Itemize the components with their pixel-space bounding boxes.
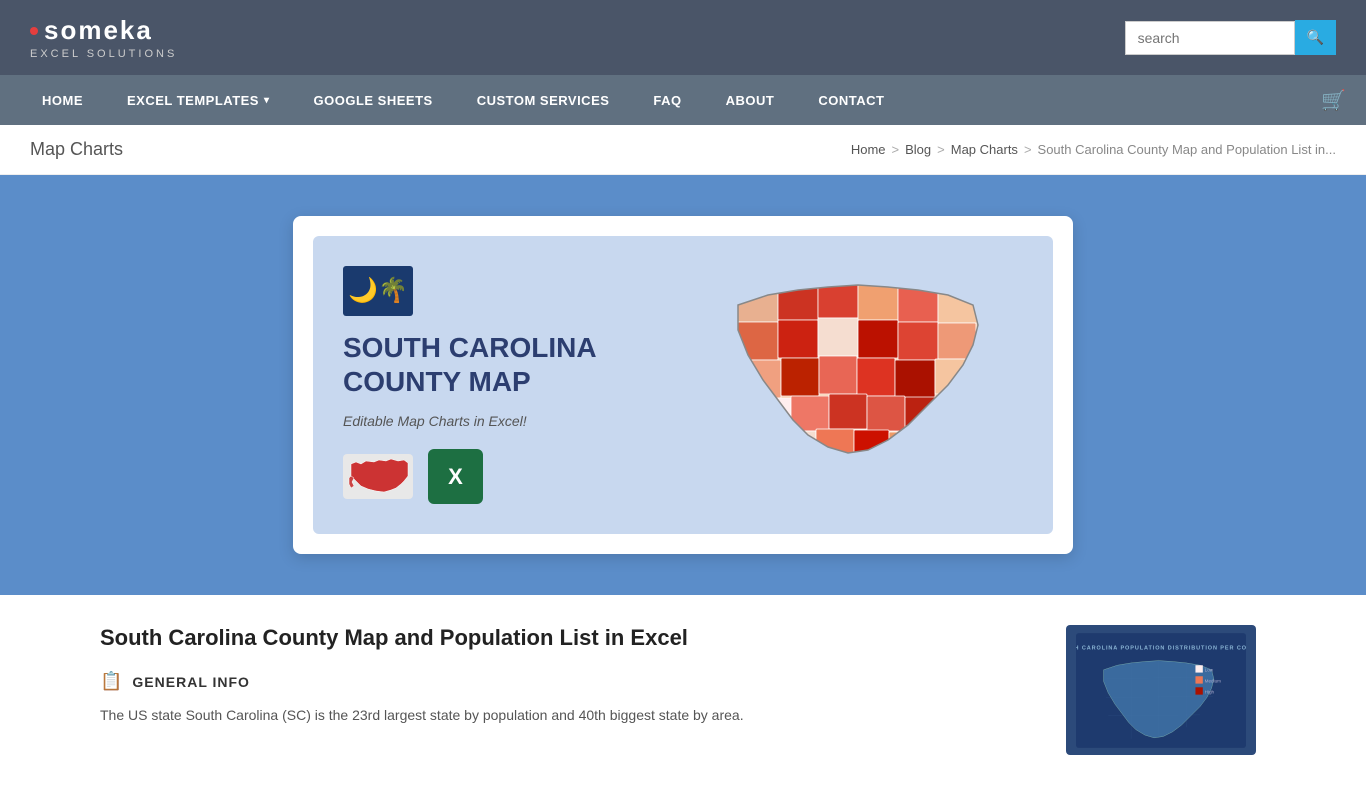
- logo[interactable]: someka Excel Solutions: [30, 15, 177, 60]
- nav-about[interactable]: ABOUT: [704, 75, 797, 125]
- hero-right: [693, 275, 1023, 495]
- search-button[interactable]: 🔍: [1295, 20, 1336, 55]
- svg-text:Medium: Medium: [1205, 678, 1221, 683]
- breadcrumb-home[interactable]: Home: [851, 142, 886, 157]
- sc-flag: 🌙🌴: [343, 266, 413, 316]
- breadcrumb: Home > Blog > Map Charts > South Carolin…: [851, 142, 1336, 157]
- search-input[interactable]: [1125, 21, 1295, 55]
- main-nav: HOME EXCEL TEMPLATES ▾ GOOGLE SHEETS CUS…: [0, 75, 1366, 125]
- hero-section: 🌙🌴 SOUTH CAROLINA COUNTY MAP Editable Ma…: [0, 175, 1366, 595]
- breadcrumb-map-charts[interactable]: Map Charts: [951, 142, 1018, 157]
- general-info-icon: 📋: [100, 671, 122, 692]
- sc-county-map: [718, 275, 998, 495]
- section-title: GENERAL INFO: [132, 674, 250, 690]
- nav-contact[interactable]: CONTACT: [796, 75, 906, 125]
- hero-inner: 🌙🌴 SOUTH CAROLINA COUNTY MAP Editable Ma…: [313, 236, 1053, 534]
- nav-faq[interactable]: FAQ: [631, 75, 703, 125]
- hero-title: SOUTH CAROLINA COUNTY MAP: [343, 331, 673, 398]
- nav-google-sheets[interactable]: GOOGLE SHEETS: [292, 75, 455, 125]
- logo-text: someka: [30, 15, 153, 46]
- breadcrumb-bar: Map Charts Home > Blog > Map Charts > So…: [0, 125, 1366, 175]
- logo-dot: [30, 27, 38, 35]
- article-body: The US state South Carolina (SC) is the …: [100, 704, 1036, 728]
- chevron-down-icon: ▾: [264, 95, 270, 106]
- page-title: Map Charts: [30, 139, 123, 160]
- breadcrumb-sep-3: >: [1024, 142, 1032, 157]
- nav-custom-services[interactable]: CUSTOM SERVICES: [455, 75, 632, 125]
- breadcrumb-sep-1: >: [892, 142, 900, 157]
- hero-subtitle: Editable Map Charts in Excel!: [343, 413, 673, 429]
- search-area: 🔍: [1125, 20, 1336, 55]
- svg-text:SOUTH CAROLINA POPULATION DIST: SOUTH CAROLINA POPULATION DISTRIBUTION P…: [1076, 645, 1246, 651]
- logo-tagline: Excel Solutions: [30, 48, 177, 60]
- section-header: 📋 GENERAL INFO: [100, 671, 1036, 692]
- svg-text:High: High: [1205, 689, 1215, 694]
- breadcrumb-current: South Carolina County Map and Population…: [1038, 142, 1336, 157]
- content-section: South Carolina County Map and Population…: [0, 595, 1366, 785]
- svg-text:Low: Low: [1205, 667, 1214, 672]
- breadcrumb-blog[interactable]: Blog: [905, 142, 931, 157]
- cart-icon[interactable]: 🛒: [1321, 88, 1346, 113]
- hero-icons: X: [343, 449, 673, 504]
- nav-excel-templates[interactable]: EXCEL TEMPLATES ▾: [105, 75, 292, 125]
- article-title: South Carolina County Map and Population…: [100, 625, 1036, 651]
- nav-home[interactable]: HOME: [20, 75, 105, 125]
- sidebar-map-thumbnail: SOUTH CAROLINA POPULATION DISTRIBUTION P…: [1076, 628, 1246, 753]
- content-main: South Carolina County Map and Population…: [100, 625, 1036, 755]
- hero-card: 🌙🌴 SOUTH CAROLINA COUNTY MAP Editable Ma…: [293, 216, 1073, 554]
- hero-left: 🌙🌴 SOUTH CAROLINA COUNTY MAP Editable Ma…: [343, 266, 673, 504]
- excel-icon: X: [428, 449, 483, 504]
- sidebar-thumbnail: SOUTH CAROLINA POPULATION DISTRIBUTION P…: [1066, 625, 1256, 755]
- breadcrumb-sep-2: >: [937, 142, 945, 157]
- us-map-icon: [343, 454, 413, 499]
- content-sidebar: SOUTH CAROLINA POPULATION DISTRIBUTION P…: [1066, 625, 1266, 755]
- site-header: someka Excel Solutions 🔍: [0, 0, 1366, 75]
